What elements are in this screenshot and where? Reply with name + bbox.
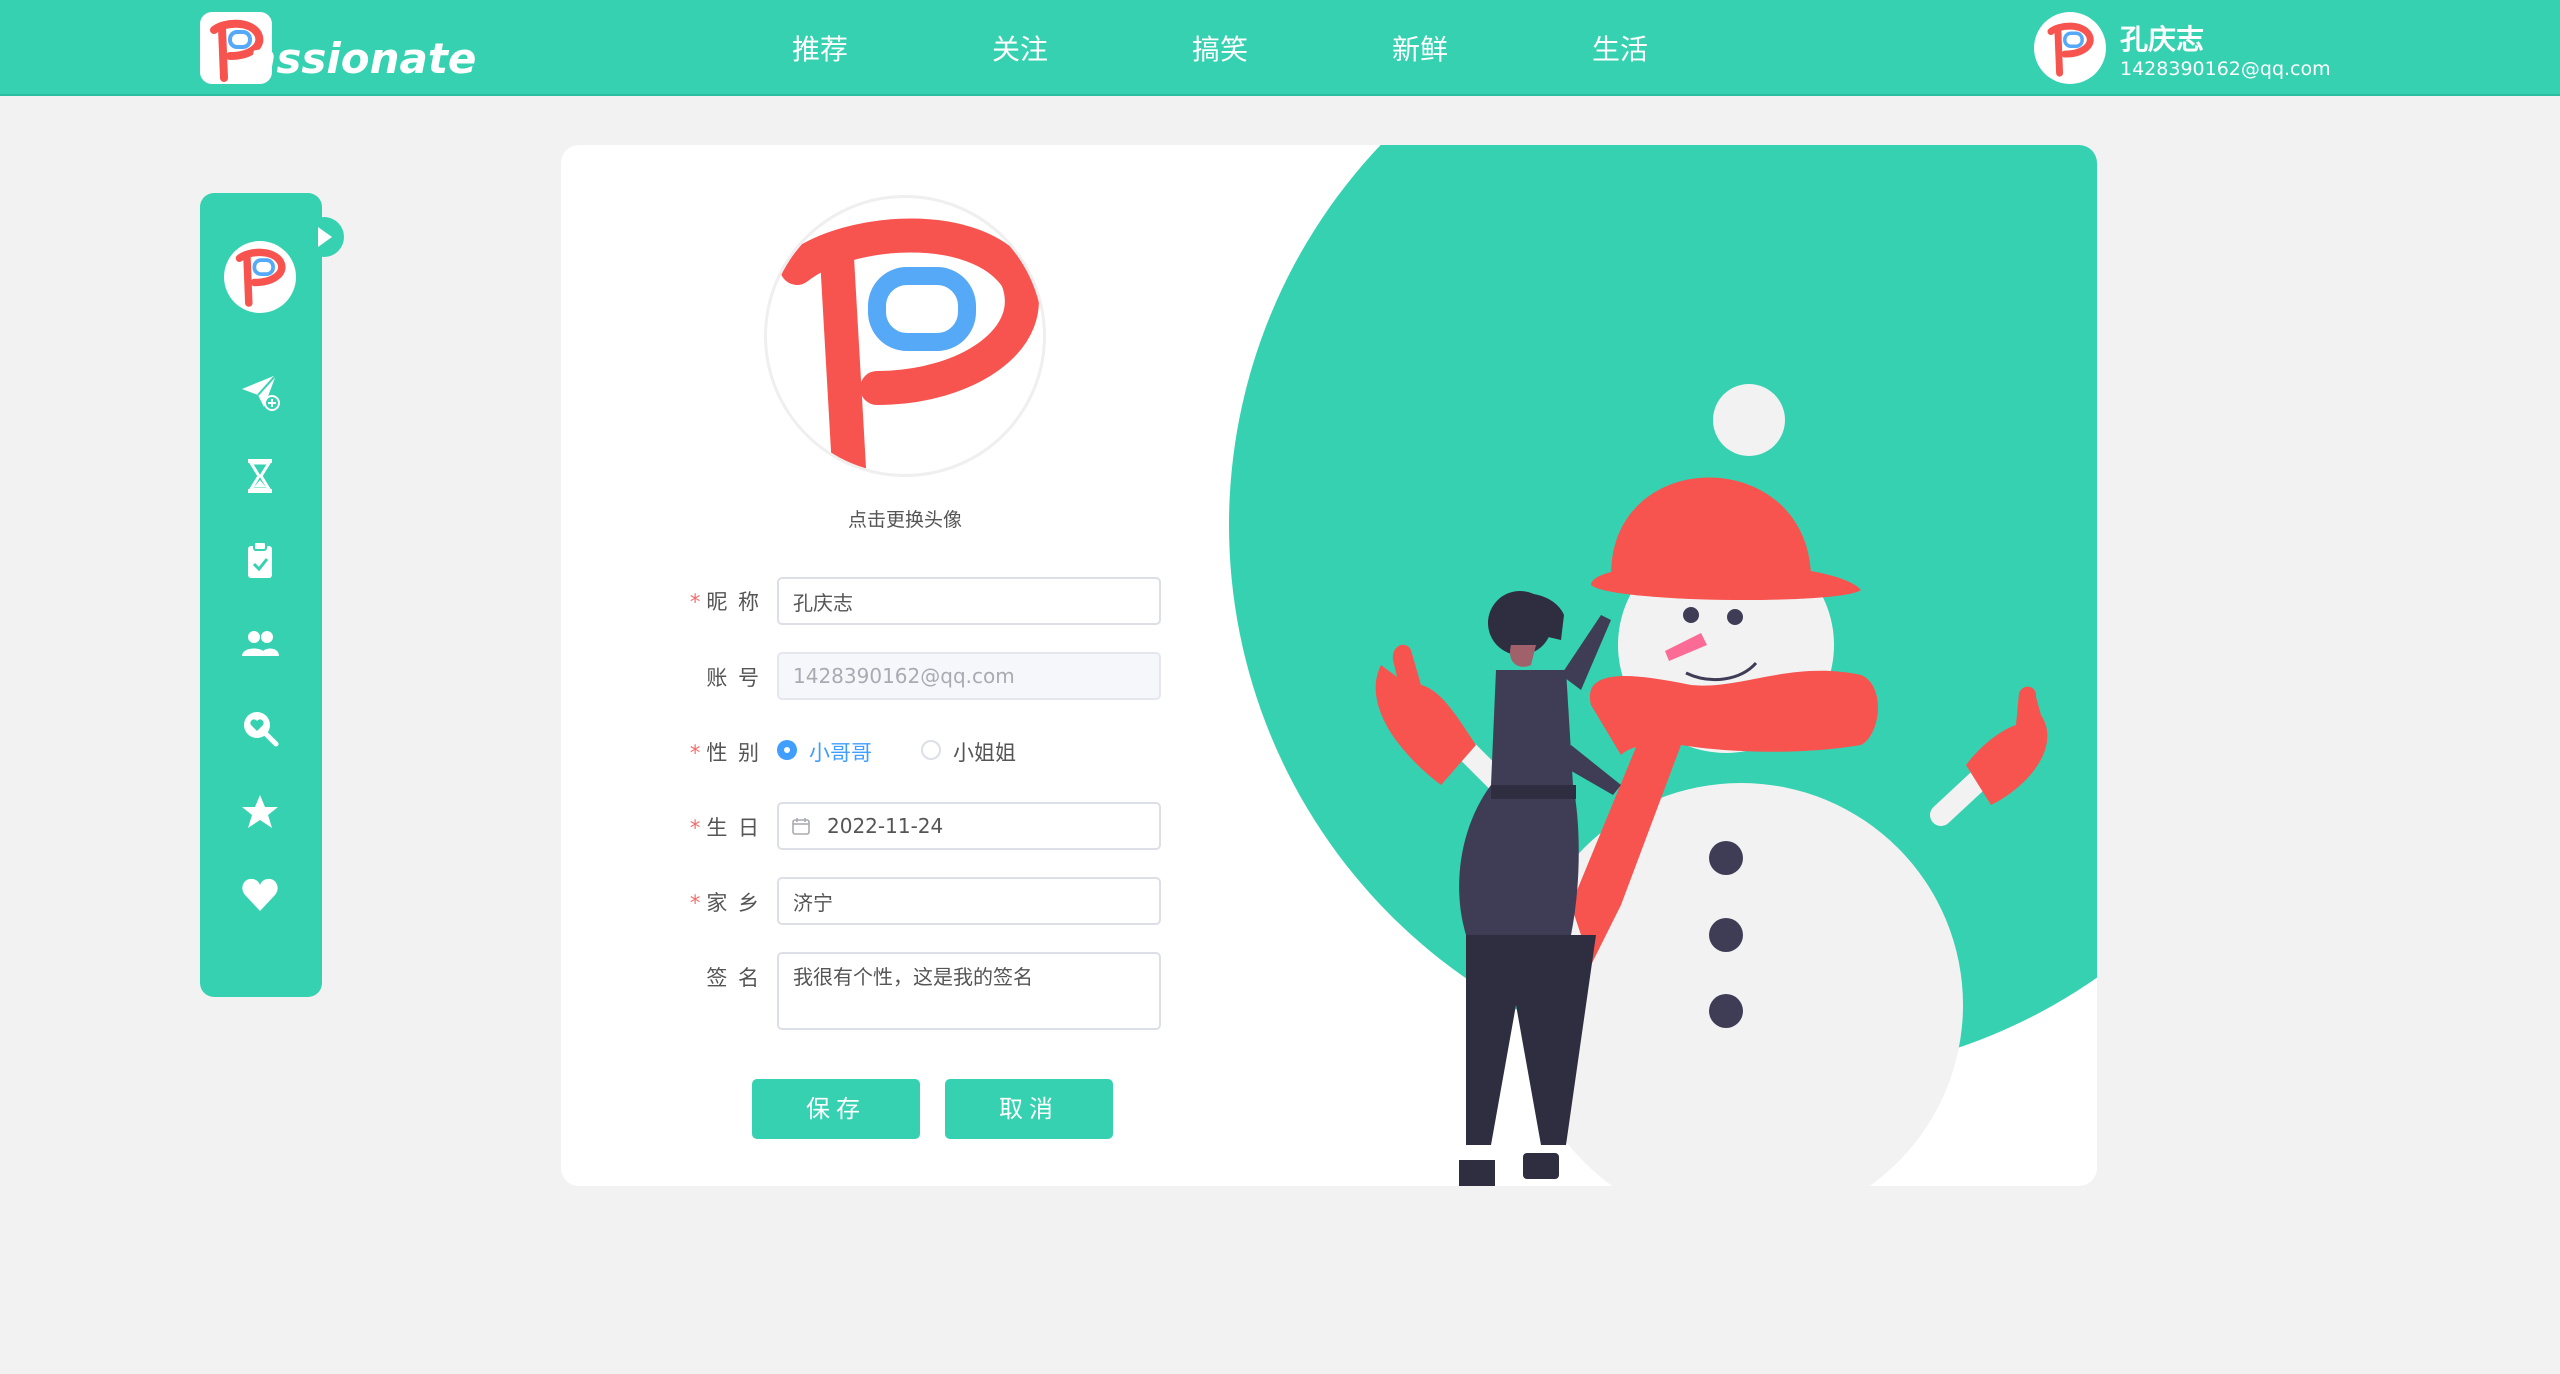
gender-label: * 性 别 xyxy=(641,737,761,767)
signature-textarea[interactable]: 我很有个性，这是我的签名 xyxy=(777,952,1161,1030)
avatar-hint: 点击更换头像 xyxy=(847,509,962,531)
calendar-icon xyxy=(792,818,810,835)
required-mark: * xyxy=(689,891,703,915)
required-mark: * xyxy=(689,741,703,765)
birthday-date-picker[interactable] xyxy=(777,802,1161,850)
sidebar-avatar[interactable] xyxy=(224,241,296,313)
gender-radio-male[interactable]: 小哥哥 xyxy=(777,737,897,765)
hourglass-icon[interactable] xyxy=(240,456,280,496)
nickname-label-text: 昵 称 xyxy=(706,590,761,614)
heart-icon[interactable] xyxy=(240,875,280,915)
hometown-label: * 家 乡 xyxy=(641,887,761,917)
user-menu[interactable]: 孔庆志 1428390162@qq.com xyxy=(2034,12,2394,88)
nickname-input[interactable] xyxy=(777,577,1161,625)
gender-label-text: 性 别 xyxy=(706,741,761,765)
nickname-label: * 昵 称 xyxy=(641,586,761,616)
brand-name: assionate xyxy=(248,34,477,83)
profile-card: 点击更换头像 *昵 称 账 号 *性 别 小哥哥 小姐姐 *生 日 *家 乡 签… xyxy=(561,145,2097,1186)
gender-radio-female[interactable]: 小姐姐 xyxy=(921,737,1041,765)
sidebar-toggle[interactable] xyxy=(304,217,344,257)
users-icon[interactable] xyxy=(240,624,280,664)
nav-item-fresh[interactable]: 新鲜 xyxy=(1360,28,1480,68)
birthday-label: * 生 日 xyxy=(641,812,761,842)
gender-option-female: 小姐姐 xyxy=(953,741,1016,765)
star-icon[interactable] xyxy=(240,792,280,832)
nav-item-life[interactable]: 生活 xyxy=(1560,28,1680,68)
sidebar xyxy=(200,193,344,997)
user-name: 孔庆志 xyxy=(2120,23,2205,56)
account-input xyxy=(777,652,1161,700)
hometown-label-text: 家 乡 xyxy=(706,891,761,915)
nav-item-recommend[interactable]: 推荐 xyxy=(760,28,880,68)
hometown-input[interactable] xyxy=(777,877,1161,925)
search-heart-icon[interactable] xyxy=(240,708,280,748)
brand-logo[interactable]: assionate xyxy=(200,12,476,86)
avatar[interactable] xyxy=(2034,12,2106,84)
user-email: 1428390162@qq.com xyxy=(2120,58,2331,80)
save-button[interactable]: 保存 xyxy=(752,1079,920,1139)
required-mark: * xyxy=(689,590,703,614)
clipboard-check-icon[interactable] xyxy=(240,540,280,580)
triangle-right-icon xyxy=(318,227,332,247)
signature-label-text: 签 名 xyxy=(706,966,761,990)
nav-item-funny[interactable]: 搞笑 xyxy=(1160,28,1280,68)
required-mark: * xyxy=(689,816,703,840)
paper-plane-icon[interactable] xyxy=(240,371,280,411)
radio-unchecked-icon xyxy=(921,740,941,760)
signature-label: 签 名 xyxy=(641,962,761,992)
gender-option-male: 小哥哥 xyxy=(809,741,872,765)
birthday-label-text: 生 日 xyxy=(706,816,761,840)
account-label-text: 账 号 xyxy=(706,666,761,690)
avatar-upload[interactable] xyxy=(764,195,1046,477)
cancel-button[interactable]: 取消 xyxy=(945,1079,1113,1139)
account-label: 账 号 xyxy=(641,662,761,692)
logo-p-icon xyxy=(780,218,1039,474)
radio-checked-icon xyxy=(777,740,797,760)
nav-item-follow[interactable]: 关注 xyxy=(960,28,1080,68)
top-header: assionate 推荐 关注 搞笑 新鲜 生活 孔庆志 1428390162@… xyxy=(0,0,2560,96)
